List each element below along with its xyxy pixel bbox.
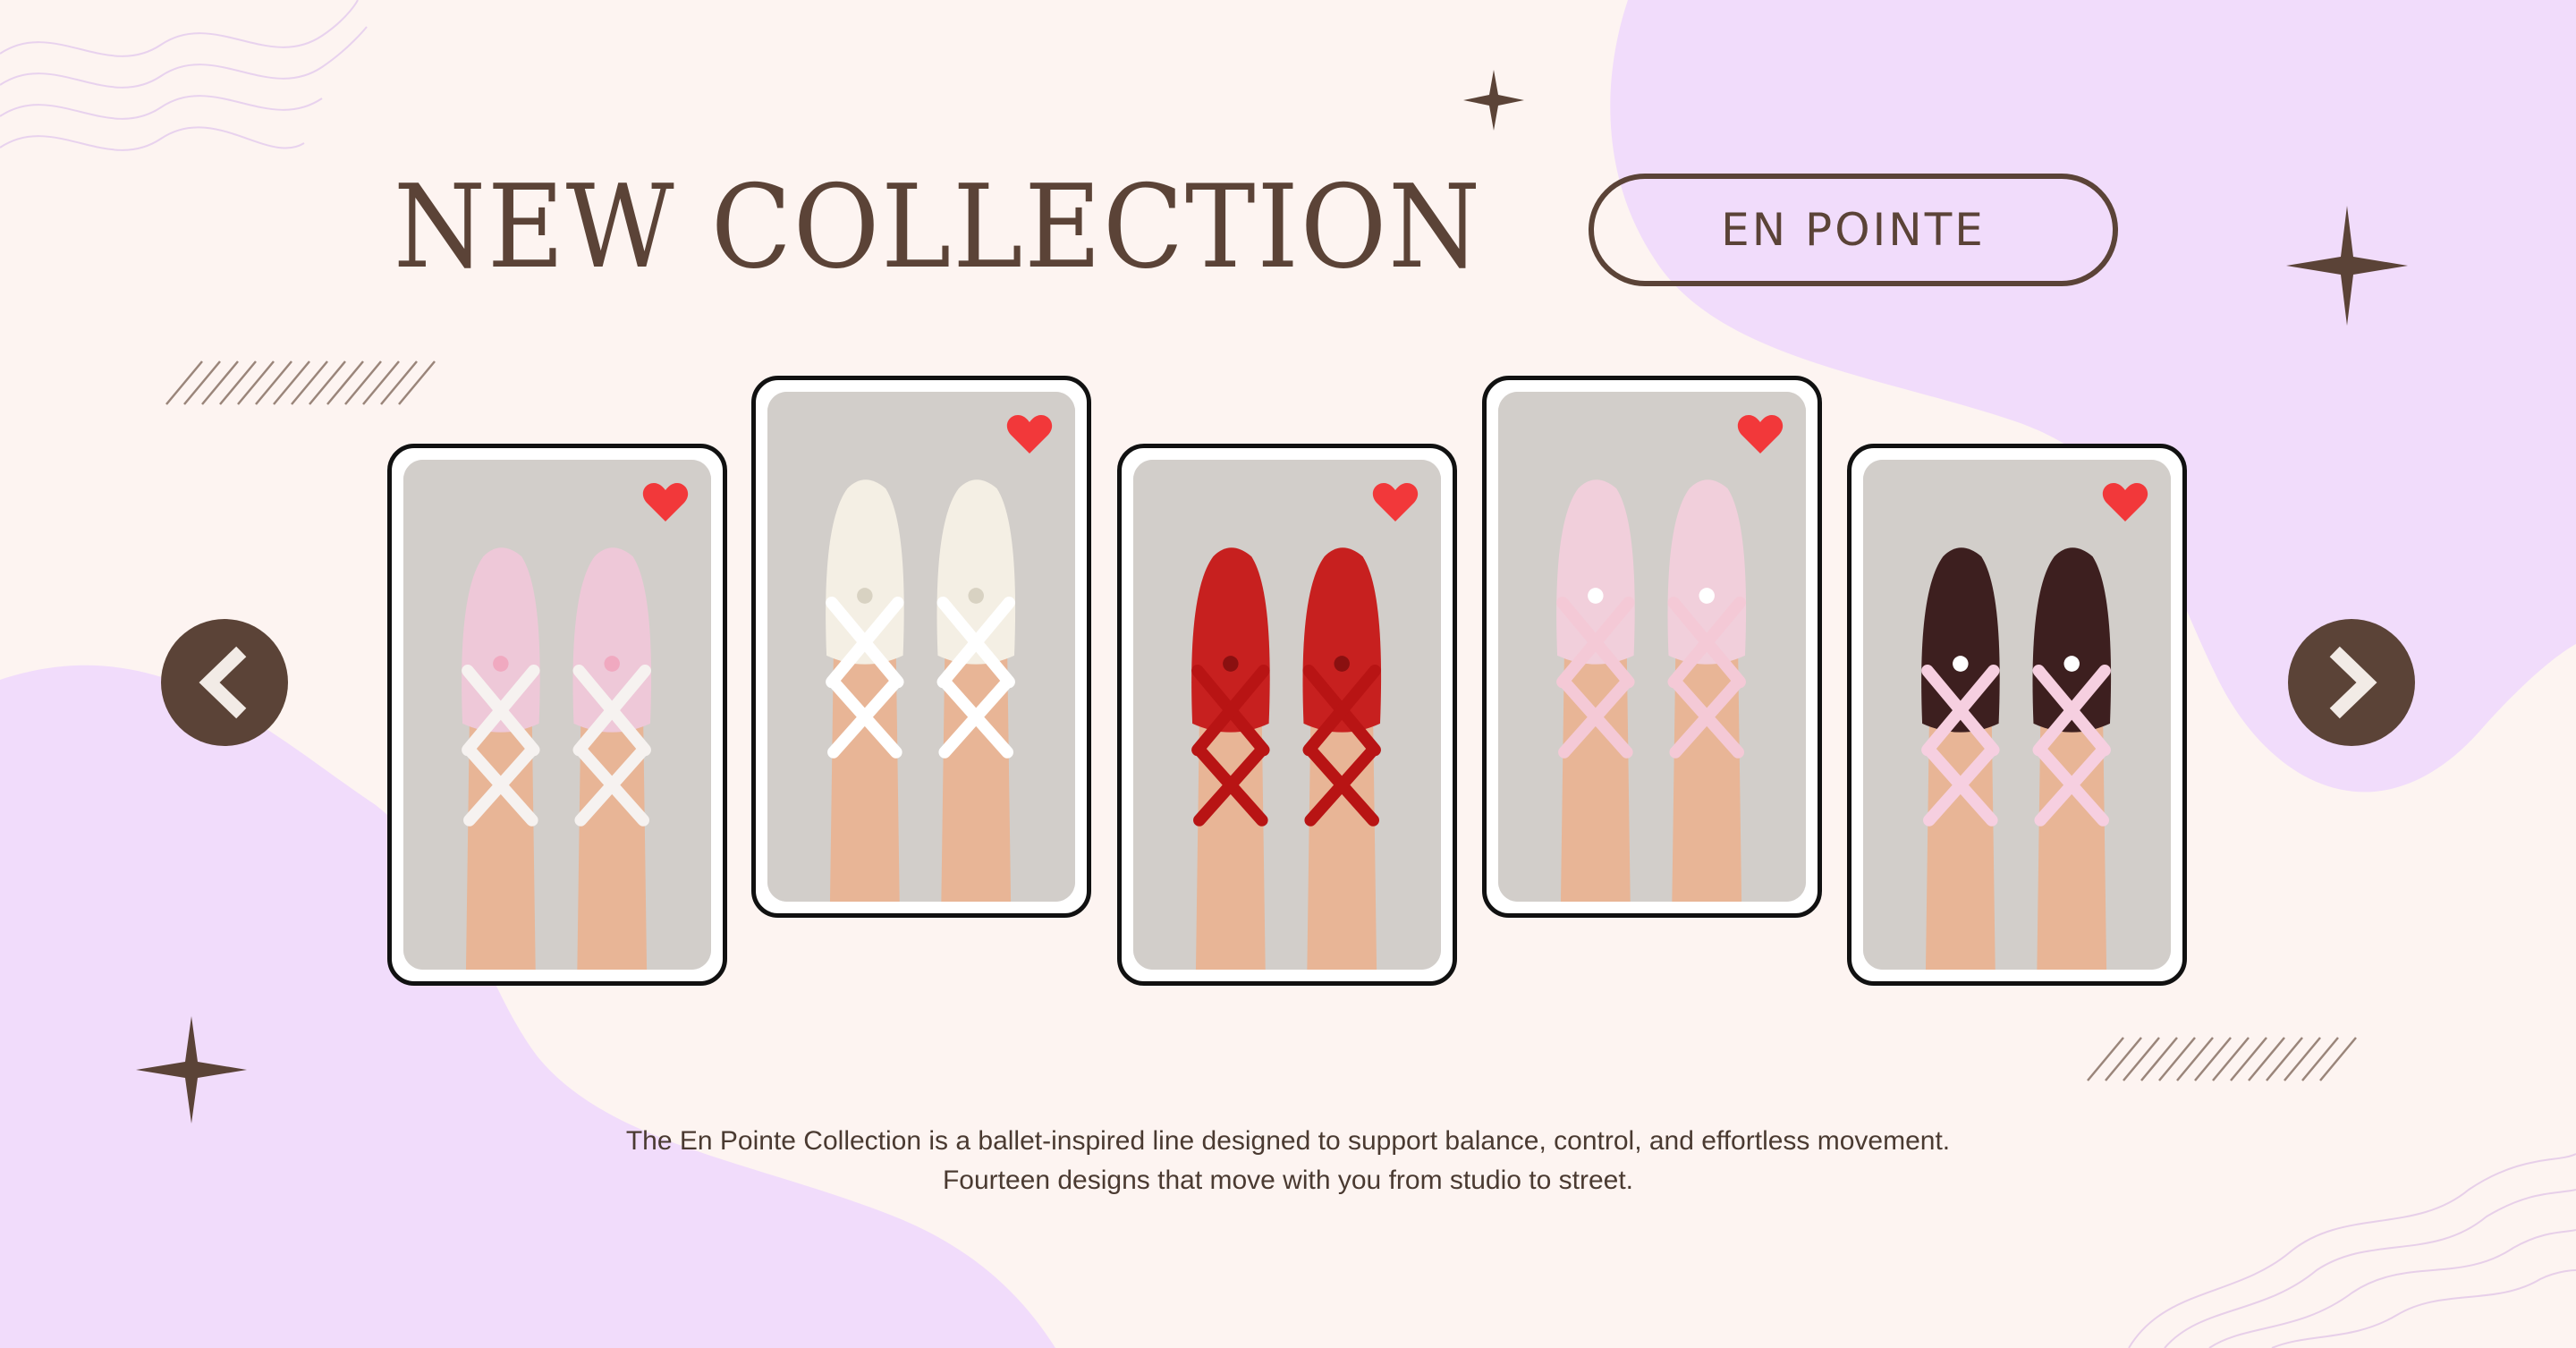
sock-foot bbox=[826, 479, 904, 902]
product-photo bbox=[1863, 460, 2171, 970]
previous-button[interactable] bbox=[161, 619, 288, 746]
product-photo bbox=[767, 392, 1075, 902]
wavy-lines-top-left bbox=[0, 0, 368, 151]
hatch-lines-bottom-right bbox=[2087, 1037, 2357, 1081]
sock-foot bbox=[1302, 547, 1382, 970]
sock-foot bbox=[1556, 479, 1635, 902]
photo-backdrop bbox=[1133, 460, 1441, 970]
sock-foot bbox=[1921, 547, 2000, 970]
sock-foot bbox=[936, 479, 1016, 902]
photo-backdrop bbox=[1863, 460, 2171, 970]
photo-backdrop bbox=[767, 392, 1075, 902]
product-card[interactable] bbox=[1117, 444, 1457, 986]
sparkle-icon-top bbox=[1463, 70, 1524, 131]
chevron-left-icon bbox=[199, 646, 247, 719]
collection-description: The En Pointe Collection is a ballet-ins… bbox=[358, 1122, 2218, 1200]
heart-icon[interactable] bbox=[642, 482, 689, 523]
sock-foot bbox=[572, 547, 652, 970]
heart-icon[interactable] bbox=[2102, 482, 2148, 523]
collection-title: NEW COLLECTION bbox=[394, 161, 1482, 294]
heart-icon[interactable] bbox=[1737, 414, 1784, 455]
next-button[interactable] bbox=[2288, 619, 2415, 746]
product-card[interactable] bbox=[1482, 376, 1822, 918]
en-pointe-badge[interactable]: EN POINTE bbox=[1589, 174, 2118, 286]
heart-icon[interactable] bbox=[1006, 414, 1053, 455]
hatch-lines-top-left bbox=[165, 360, 436, 405]
sock-foot bbox=[462, 547, 540, 970]
description-line: Fourteen designs that move with you from… bbox=[942, 1166, 1634, 1195]
product-photo bbox=[1498, 392, 1806, 902]
product-photo bbox=[1133, 460, 1441, 970]
sock-foot bbox=[2032, 547, 2112, 970]
photo-backdrop bbox=[1498, 392, 1806, 902]
product-photo bbox=[403, 460, 711, 970]
product-card[interactable] bbox=[751, 376, 1091, 918]
product-card[interactable] bbox=[1847, 444, 2187, 986]
photo-backdrop bbox=[403, 460, 711, 970]
product-card[interactable] bbox=[387, 444, 727, 986]
sock-foot bbox=[1191, 547, 1270, 970]
chevron-right-icon bbox=[2329, 646, 2377, 719]
sock-foot bbox=[1667, 479, 1747, 902]
description-line: The En Pointe Collection is a ballet-ins… bbox=[625, 1126, 1951, 1156]
heart-icon[interactable] bbox=[1372, 482, 1419, 523]
